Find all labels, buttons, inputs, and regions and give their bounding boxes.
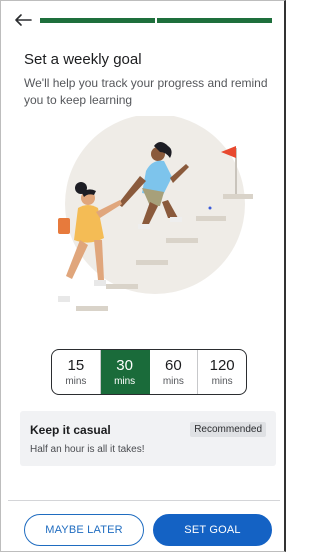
goal-options: 15 mins 30 mins 60 mins 120 mins <box>51 349 247 395</box>
arrow-left-icon[interactable] <box>12 10 34 30</box>
set-goal-button[interactable]: SET GOAL <box>153 514 272 546</box>
option-value: 15 <box>67 357 85 374</box>
top-bar <box>0 10 286 30</box>
recommended-badge: Recommended <box>190 422 266 437</box>
progress-segment <box>40 18 155 23</box>
climbing-stairs-illustration <box>18 114 268 326</box>
option-30-mins[interactable]: 30 mins <box>100 350 150 394</box>
maybe-later-button[interactable]: MAYBE LATER <box>24 514 144 546</box>
option-value: 60 <box>165 357 182 374</box>
page-subtitle: We'll help you track your progress and r… <box>24 76 268 107</box>
option-unit: mins <box>65 376 87 387</box>
option-15-mins[interactable]: 15 mins <box>52 350 101 394</box>
option-unit: mins <box>114 376 136 387</box>
card-title: Keep it casual <box>30 423 111 437</box>
progress-bar <box>40 18 272 23</box>
option-value: 120 <box>209 357 235 374</box>
option-unit: mins <box>162 376 184 387</box>
option-unit: mins <box>211 376 233 387</box>
goal-description-card: Keep it casual Recommended Half an hour … <box>20 411 276 466</box>
page-title: Set a weekly goal <box>24 51 142 68</box>
option-120-mins[interactable]: 120 mins <box>198 350 246 394</box>
card-description: Half an hour is all it takes! <box>30 444 145 455</box>
progress-segment <box>157 18 272 23</box>
footer-divider <box>8 500 280 501</box>
option-60-mins[interactable]: 60 mins <box>150 350 199 394</box>
option-value: 30 <box>116 357 133 374</box>
